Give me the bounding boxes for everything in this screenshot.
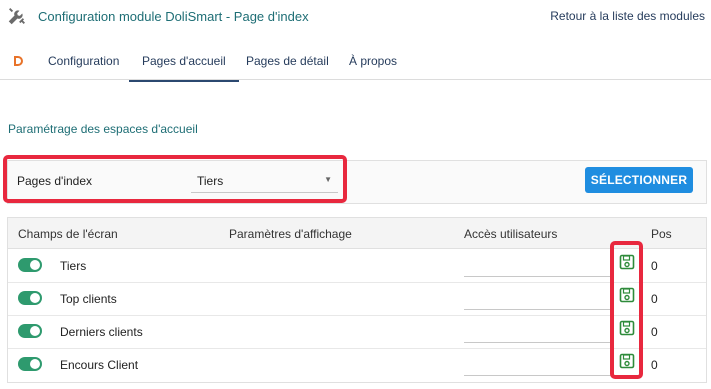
table-row: Encours Client 0 bbox=[8, 348, 706, 381]
field-toggle[interactable] bbox=[18, 291, 42, 305]
tab-pages-detail[interactable]: Pages de détail bbox=[246, 54, 329, 68]
tab-a-propos[interactable]: À propos bbox=[349, 54, 397, 68]
table-header: Champs de l'écran Paramètres d'affichage… bbox=[8, 218, 706, 249]
top-bar: Configuration module DoliSmart - Page d'… bbox=[0, 0, 711, 34]
section-title: Paramétrage des espaces d'accueil bbox=[8, 122, 198, 136]
table-row: Top clients 0 bbox=[8, 282, 706, 316]
pos-value: 0 bbox=[651, 325, 658, 339]
access-input[interactable] bbox=[464, 289, 612, 310]
back-to-modules-link[interactable]: Retour à la liste des modules bbox=[550, 9, 705, 23]
pos-value: 0 bbox=[651, 259, 658, 273]
col-header-access: Accès utilisateurs bbox=[464, 227, 558, 241]
table-row: Tiers 0 bbox=[8, 249, 706, 283]
pos-value: 0 bbox=[651, 358, 658, 372]
col-header-display: Paramètres d'affichage bbox=[229, 227, 352, 241]
fields-table: Champs de l'écran Paramètres d'affichage… bbox=[7, 217, 707, 383]
col-header-pos: Pos bbox=[651, 227, 672, 241]
access-input[interactable] bbox=[464, 322, 612, 343]
field-label: Encours Client bbox=[60, 358, 139, 372]
dolismart-logo-icon bbox=[14, 56, 23, 66]
tab-pages-accueil[interactable]: Pages d'accueil bbox=[129, 54, 239, 82]
field-label: Top clients bbox=[60, 292, 117, 306]
field-toggle[interactable] bbox=[18, 357, 42, 371]
save-icons-highlight-frame bbox=[610, 241, 643, 379]
col-header-fields: Champs de l'écran bbox=[18, 227, 118, 241]
table-row: Derniers clients 0 bbox=[8, 315, 706, 349]
field-toggle[interactable] bbox=[18, 324, 42, 338]
access-input[interactable] bbox=[464, 355, 612, 376]
filter-highlight-frame bbox=[3, 155, 347, 203]
tab-bar: Configuration Pages d'accueil Pages de d… bbox=[0, 41, 711, 82]
field-toggle[interactable] bbox=[18, 258, 42, 272]
pos-value: 0 bbox=[651, 292, 658, 306]
field-label: Derniers clients bbox=[60, 325, 143, 339]
tools-icon bbox=[8, 8, 25, 25]
access-input[interactable] bbox=[464, 256, 612, 277]
tab-configuration[interactable]: Configuration bbox=[48, 54, 119, 68]
select-button[interactable]: SÉLECTIONNER bbox=[585, 167, 693, 193]
page-title: Configuration module DoliSmart - Page d'… bbox=[38, 9, 309, 24]
field-label: Tiers bbox=[60, 259, 87, 273]
